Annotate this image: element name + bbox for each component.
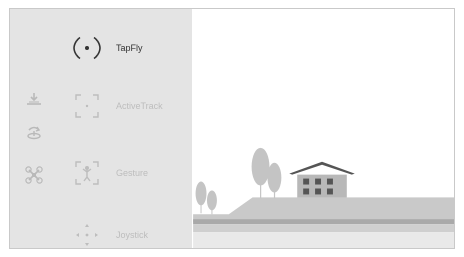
tapfly-icon bbox=[73, 36, 101, 60]
mode-joystick-label: Joystick bbox=[116, 230, 149, 240]
mode-gesture[interactable]: Gesture bbox=[68, 154, 148, 192]
tree-small-right bbox=[206, 190, 217, 215]
mode-activetrack[interactable]: ActiveTrack bbox=[68, 87, 163, 125]
drone-icon[interactable] bbox=[24, 165, 44, 185]
tree-medium bbox=[267, 162, 282, 199]
return-home-icon[interactable] bbox=[24, 122, 44, 142]
mode-joystick[interactable]: Joystick bbox=[68, 216, 149, 248]
ground bbox=[193, 224, 454, 233]
side-toolbar bbox=[10, 9, 60, 248]
mode-tapfly[interactable]: TapFly bbox=[68, 29, 143, 67]
activetrack-icon bbox=[75, 94, 99, 118]
hill bbox=[193, 197, 454, 223]
landing-icon[interactable] bbox=[24, 89, 44, 109]
tree-tall bbox=[251, 147, 270, 199]
intelligent-flight-screen: TapFly ActiveTrack Gesture Joystick bbox=[9, 8, 455, 249]
gesture-icon bbox=[75, 161, 99, 185]
road bbox=[193, 219, 454, 225]
mode-panel: TapFly ActiveTrack Gesture Joystick bbox=[10, 9, 192, 248]
tree-small-left bbox=[195, 181, 207, 214]
landscape-illustration bbox=[193, 147, 454, 248]
mode-tapfly-label: TapFly bbox=[116, 43, 143, 53]
mode-gesture-label: Gesture bbox=[116, 168, 149, 178]
house bbox=[289, 161, 355, 198]
mode-activetrack-label: ActiveTrack bbox=[116, 101, 163, 111]
foreground bbox=[193, 232, 454, 248]
joystick-icon bbox=[76, 224, 98, 246]
